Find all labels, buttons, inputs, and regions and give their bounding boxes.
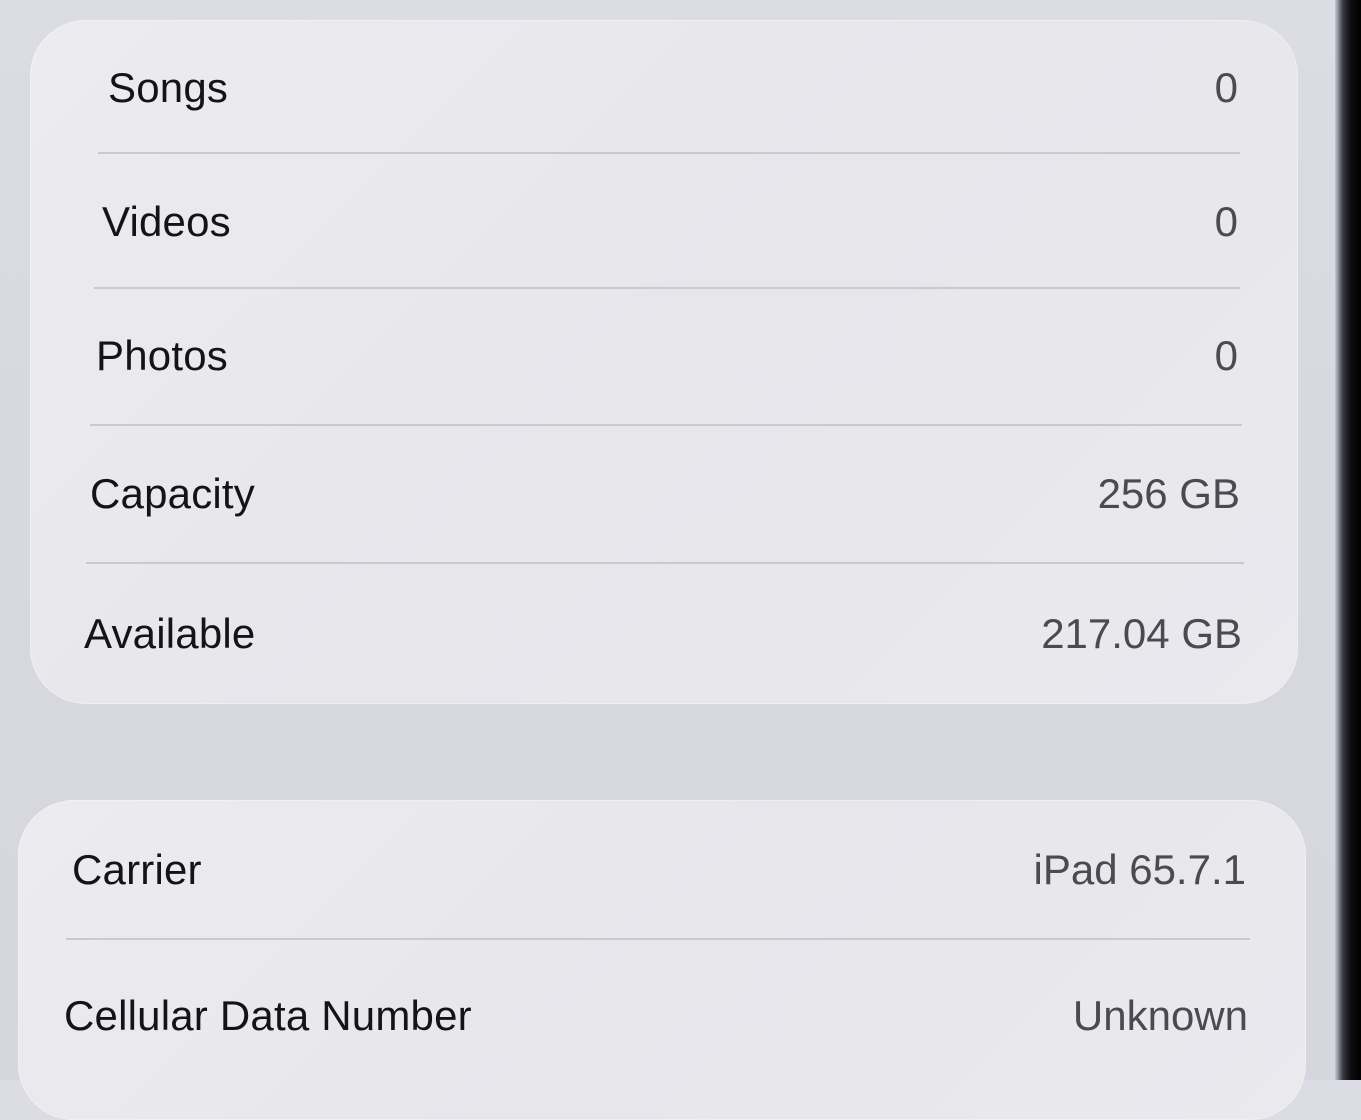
row-songs: Songs 0 [30,20,1298,156]
storage-info-group: Songs 0 Videos 0 Photos 0 Capacity 256 G… [30,20,1298,704]
row-value: 217.04 GB [1041,610,1242,657]
network-info-group: Carrier iPad 65.7.1 Cellular Data Number… [18,800,1306,1120]
divider [86,562,1244,564]
divider [66,938,1250,940]
row-value: 0 [1214,332,1238,379]
row-label: Songs [108,64,229,111]
row-value: 0 [1214,64,1238,111]
row-value: 0 [1214,198,1238,245]
row-label: Available [84,610,256,657]
row-label: Videos [102,198,231,245]
row-value: iPad 65.7.1 [1033,846,1246,893]
row-capacity: Capacity 256 GB [30,426,1298,562]
row-cellular-data-number: Cellular Data Number Unknown [18,948,1306,1084]
row-label: Carrier [72,846,202,893]
row-label: Capacity [90,470,256,517]
row-videos: Videos 0 [30,154,1298,290]
row-value: Unknown [1072,992,1248,1039]
row-carrier: Carrier iPad 65.7.1 [18,802,1306,938]
row-available: Available 217.04 GB [30,566,1298,702]
row-photos: Photos 0 [30,288,1298,424]
row-label: Cellular Data Number [64,992,472,1039]
row-value: 256 GB [1097,470,1240,517]
device-bezel [1335,0,1361,1080]
row-label: Photos [96,332,228,379]
